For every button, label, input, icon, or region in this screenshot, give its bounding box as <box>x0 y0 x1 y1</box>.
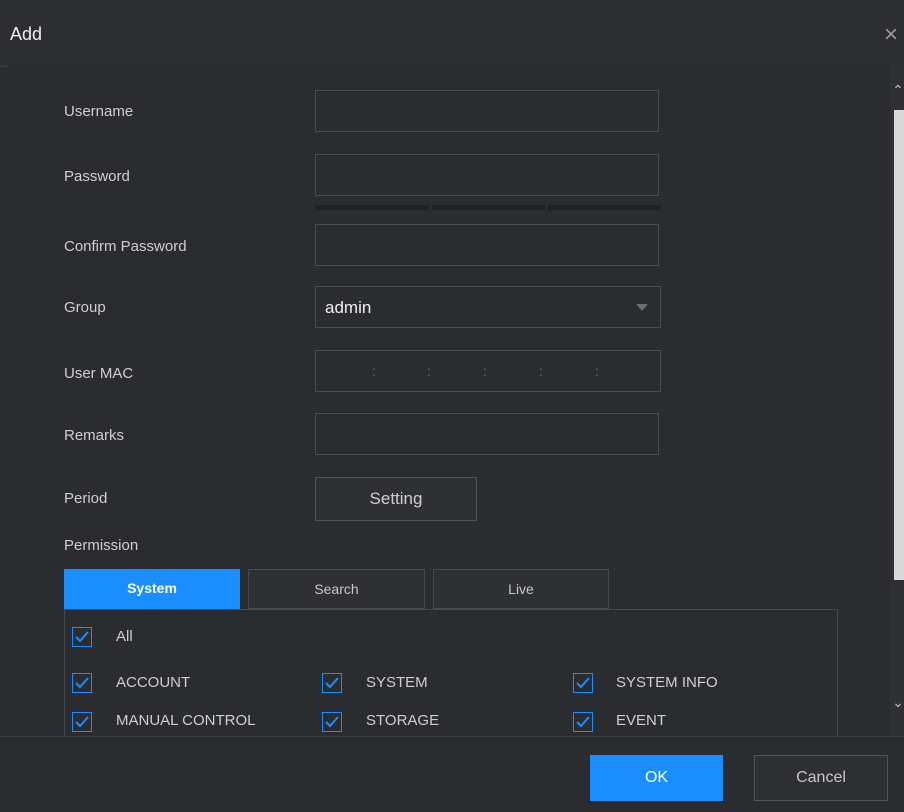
checkbox-system-info[interactable] <box>573 673 593 693</box>
checkbox-storage[interactable] <box>322 712 342 732</box>
period-setting-button[interactable]: Setting <box>315 477 477 521</box>
mac-separator: : <box>372 363 376 379</box>
scroll-down-icon[interactable]: ⌄ <box>892 692 904 712</box>
group-select-value: admin <box>325 298 372 317</box>
user-mac-label: User MAC <box>64 365 134 382</box>
chevron-down-icon <box>636 304 648 311</box>
group-select[interactable]: admin <box>315 286 661 328</box>
cancel-button[interactable]: Cancel <box>754 755 888 801</box>
close-icon[interactable]: × <box>878 20 904 50</box>
checkmark-icon <box>325 716 339 728</box>
mac-separator: : <box>483 363 487 379</box>
password-strength-segment <box>315 205 429 210</box>
dialog-title: Add <box>10 24 43 44</box>
period-label: Period <box>64 490 108 507</box>
checkmark-icon <box>576 716 590 728</box>
checkbox-system-info-label: SYSTEM INFO <box>616 674 718 691</box>
confirm-password-label: Confirm Password <box>64 238 187 255</box>
password-label: Password <box>64 168 130 185</box>
tab-live[interactable]: Live <box>433 569 609 609</box>
checkmark-icon <box>576 677 590 689</box>
permission-label: Permission <box>64 537 139 554</box>
checkbox-event-label: EVENT <box>616 712 667 729</box>
checkbox-all[interactable] <box>72 627 92 647</box>
checkbox-storage-label: STORAGE <box>366 712 440 729</box>
mac-separator: : <box>595 363 599 379</box>
mac-separator: : <box>539 363 543 379</box>
ok-button[interactable]: OK <box>590 755 723 801</box>
checkbox-manual-control[interactable] <box>72 712 92 732</box>
checkmark-icon <box>75 631 89 643</box>
checkbox-system-label: SYSTEM <box>366 674 428 691</box>
checkbox-system[interactable] <box>322 673 342 693</box>
checkbox-account[interactable] <box>72 673 92 693</box>
remarks-label: Remarks <box>64 427 125 444</box>
username-label: Username <box>64 103 134 120</box>
scroll-up-icon[interactable]: ⌃ <box>892 80 904 100</box>
checkbox-all-label: All <box>116 628 133 645</box>
checkmark-icon <box>325 677 339 689</box>
remarks-input[interactable] <box>315 413 659 455</box>
checkbox-account-label: ACCOUNT <box>116 674 191 691</box>
tab-system[interactable]: System <box>64 569 240 609</box>
tab-search[interactable]: Search <box>248 569 425 609</box>
group-label: Group <box>64 299 106 316</box>
password-strength-segment <box>548 205 661 210</box>
checkmark-icon <box>75 677 89 689</box>
dialog-titlebar: Add × <box>0 0 904 67</box>
checkmark-icon <box>75 716 89 728</box>
mac-separator: : <box>427 363 431 379</box>
confirm-password-input[interactable] <box>315 224 659 266</box>
user-mac-input[interactable]: : : : : : <box>315 350 661 392</box>
checkbox-manual-control-label: MANUAL CONTROL <box>116 712 256 729</box>
scrollbar-thumb[interactable] <box>894 110 904 580</box>
password-strength-segment <box>432 205 545 210</box>
checkbox-event[interactable] <box>573 712 593 732</box>
password-input[interactable] <box>315 154 659 196</box>
username-input[interactable] <box>315 90 659 132</box>
